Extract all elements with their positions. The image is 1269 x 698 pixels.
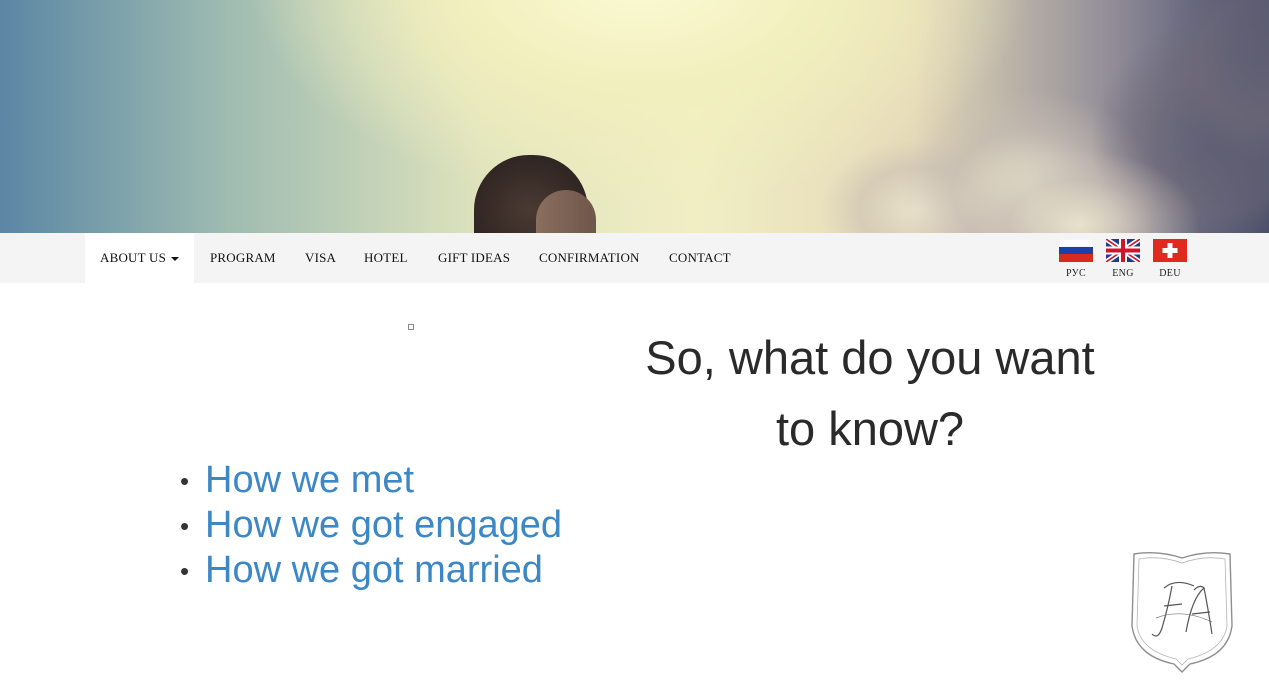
nav-gift-ideas[interactable]: GIFT IDEAS — [438, 233, 510, 283]
hero-banner — [0, 0, 1269, 233]
uk-flag-icon — [1106, 239, 1140, 262]
link-how-we-met[interactable]: How we met — [205, 459, 414, 501]
caret-down-icon — [171, 257, 180, 262]
story-links-list: • How we met • How we got engaged • How we … — [180, 458, 562, 593]
link-how-we-got-married[interactable]: How we got married — [205, 549, 543, 591]
russia-flag-icon — [1059, 239, 1093, 262]
nav-about-us-label: ABOUT US — [100, 250, 167, 265]
list-item: • How we got married — [180, 548, 562, 593]
list-item: • How we got engaged — [180, 503, 562, 548]
lang-german-label: DEU — [1159, 268, 1181, 279]
monogram-crest-icon — [1131, 551, 1233, 673]
bullet-icon: • — [180, 511, 190, 541]
lang-english[interactable]: ENG — [1105, 239, 1141, 279]
nav-confirmation[interactable]: CONFIRMATION — [539, 233, 640, 283]
list-item: • How we met — [180, 458, 562, 503]
lang-english-label: ENG — [1112, 268, 1134, 279]
link-how-we-got-engaged[interactable]: How we got engaged — [205, 504, 562, 546]
nav-program[interactable]: PROGRAM — [210, 233, 276, 283]
nav-about-us[interactable]: ABOUT US — [85, 233, 195, 283]
lang-russian[interactable]: РУС — [1058, 239, 1094, 279]
lang-german[interactable]: DEU — [1152, 239, 1188, 279]
nav-visa[interactable]: VISA — [305, 233, 336, 283]
swiss-flag-icon — [1153, 239, 1187, 262]
nav-contact[interactable]: CONTACT — [669, 233, 731, 283]
bullet-icon: • — [180, 466, 190, 496]
bullet-icon: • — [180, 556, 190, 586]
lang-russian-label: РУС — [1066, 268, 1086, 279]
page-heading: So, what do you want to know? — [645, 331, 1095, 455]
broken-image-icon — [408, 324, 414, 330]
nav-hotel[interactable]: HOTEL — [364, 233, 408, 283]
